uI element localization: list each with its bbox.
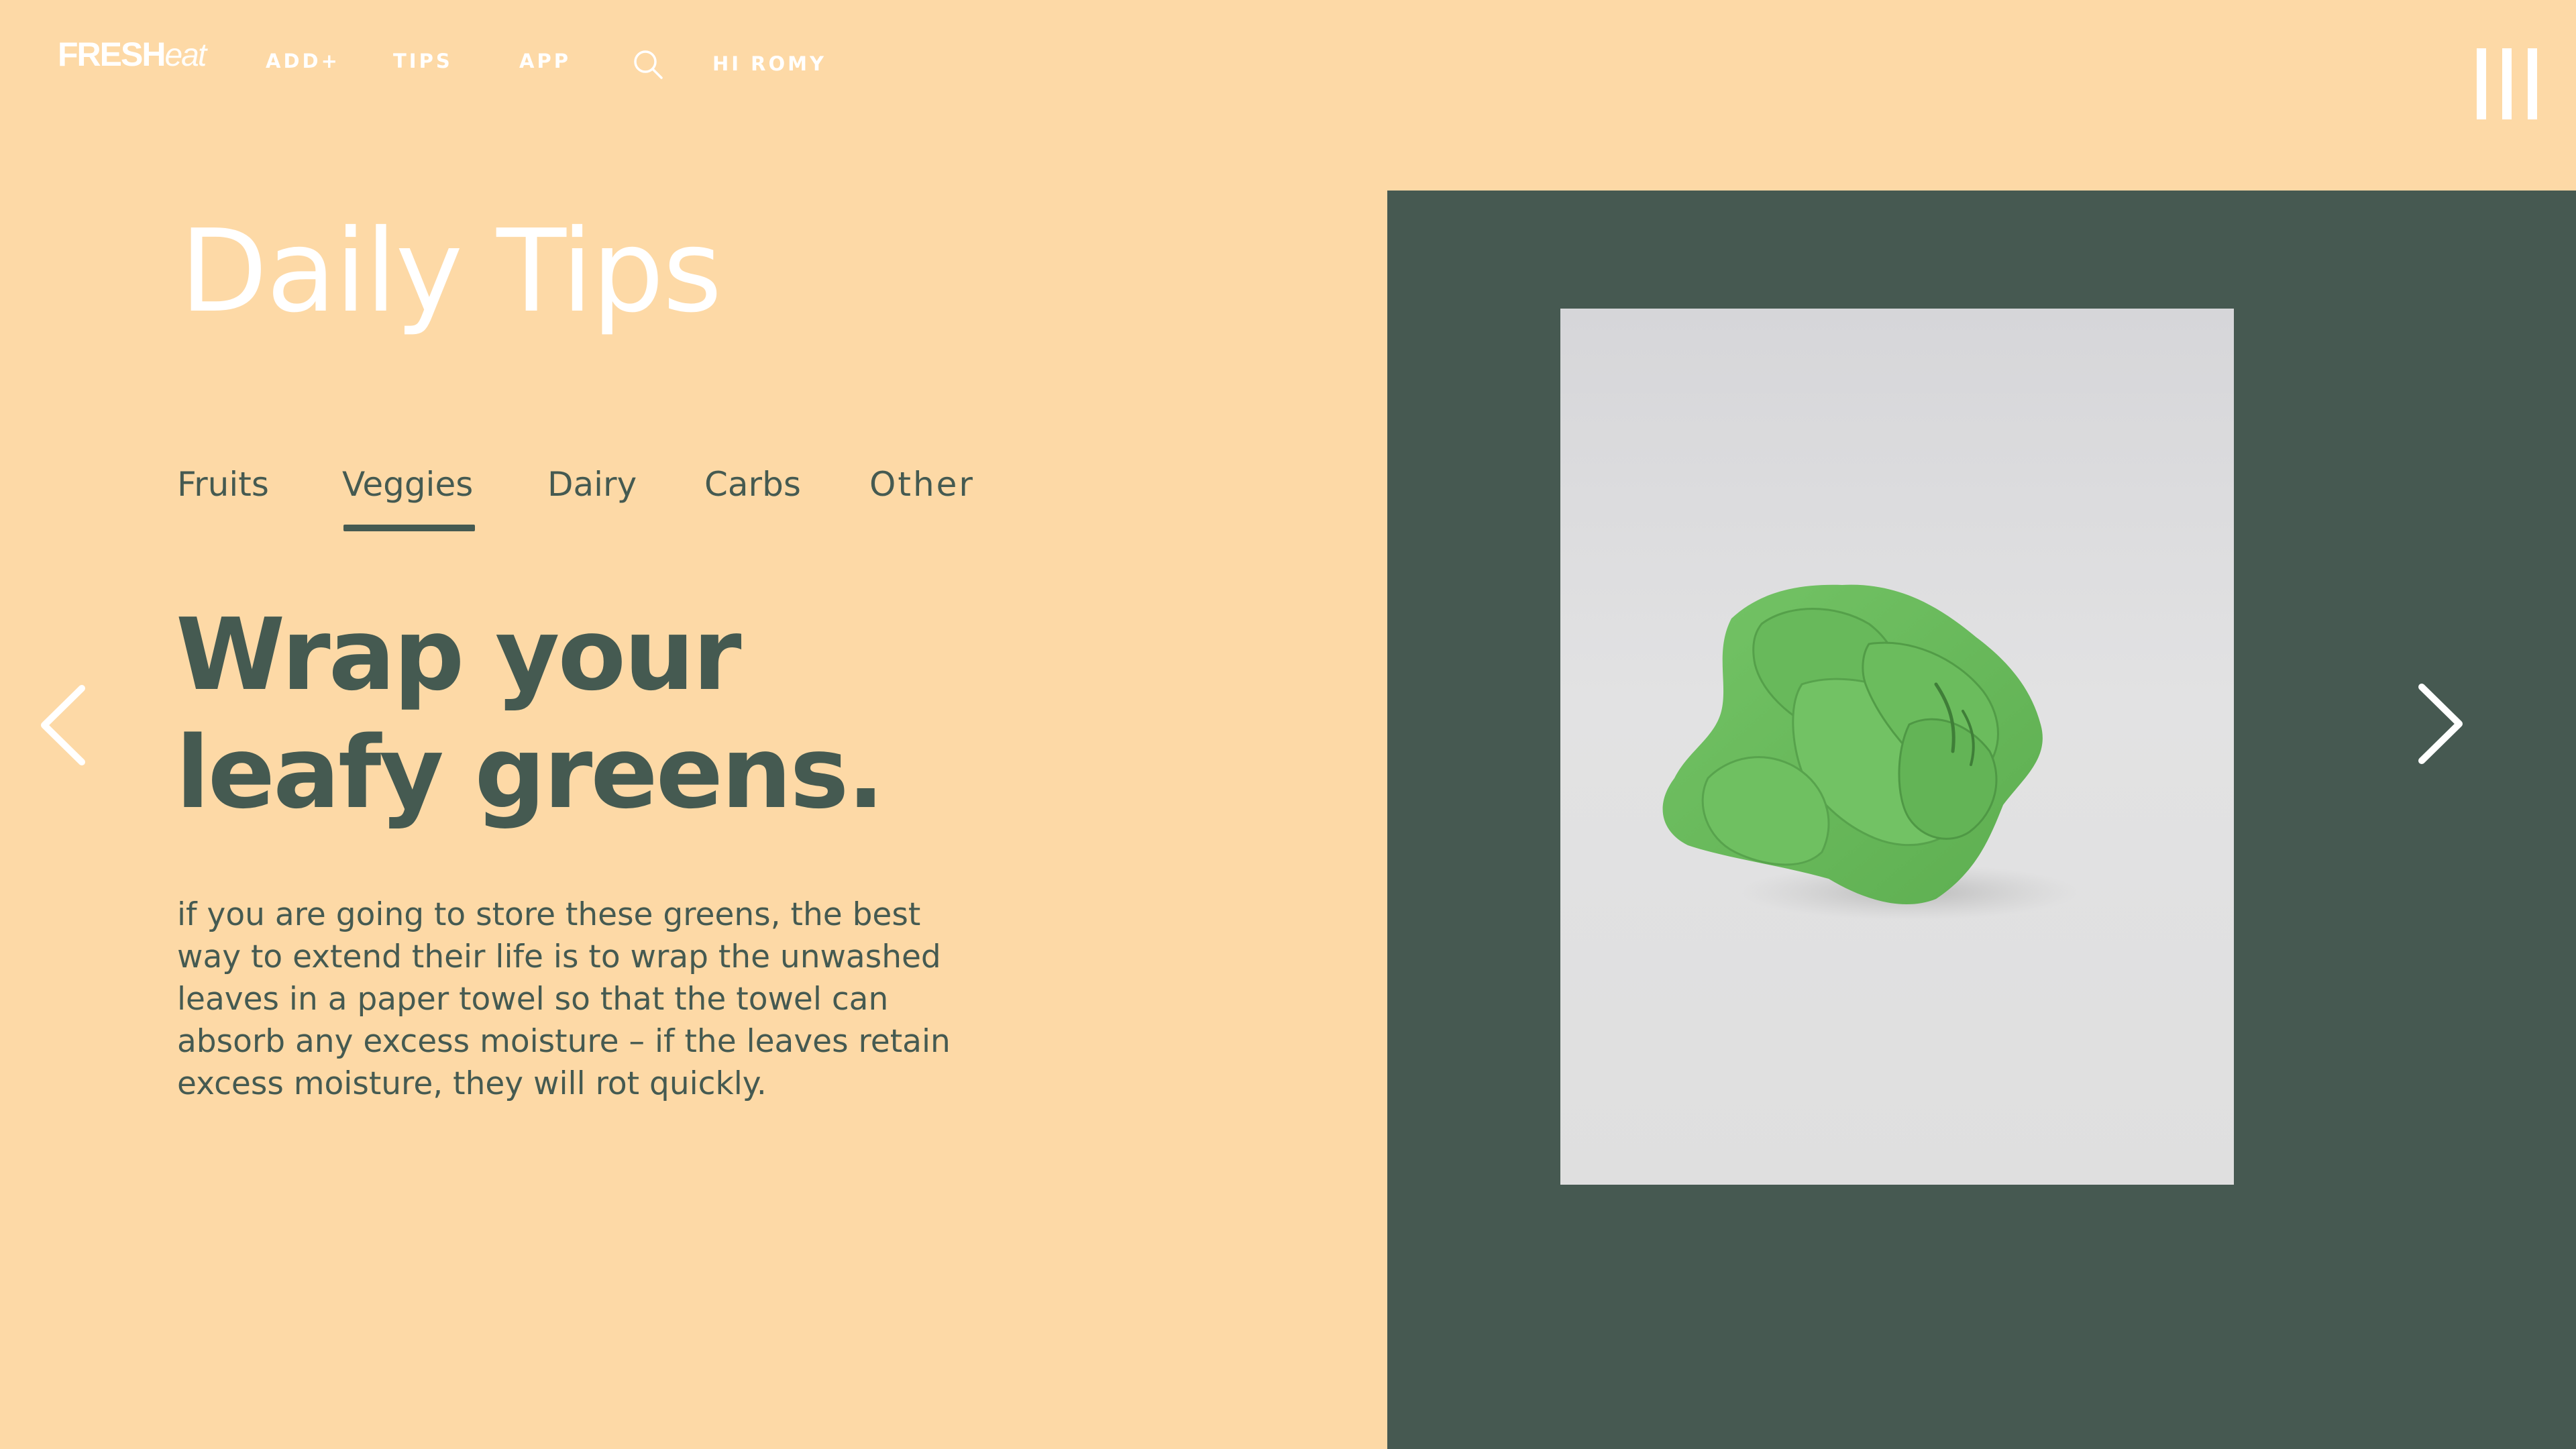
lettuce-photo (1560, 309, 2234, 1185)
active-tab-indicator (343, 525, 475, 531)
chevron-left-icon[interactable] (35, 682, 93, 772)
tip-body-line-4: absorb any excess moisture – if the leav… (177, 1023, 951, 1060)
tab-fruits[interactable]: Fruits (177, 463, 269, 506)
tip-body-line-3: leaves in a paper towel so that the towe… (177, 981, 889, 1018)
tips-page: FRESH eat ADD+ TIPS APP HI ROMY Daily Ti… (0, 0, 2576, 1449)
fresheat-logo[interactable]: FRESH eat (58, 35, 207, 78)
nav-link-tips[interactable]: TIPS (393, 50, 453, 72)
search-icon[interactable] (631, 47, 665, 82)
nav-link-add[interactable]: ADD+ (266, 50, 340, 72)
nav-link-app[interactable]: APP (519, 50, 571, 72)
tab-carbs[interactable]: Carbs (704, 463, 801, 506)
tab-veggies[interactable]: Veggies (342, 463, 473, 506)
tip-headline-line-2: leafy greens. (176, 715, 885, 830)
tip-body: if you are going to store these greens, … (177, 894, 951, 1105)
tip-headline-line-1: Wrap your (176, 597, 741, 712)
chevron-right-icon[interactable] (2411, 680, 2469, 771)
page-title: Daily Tips (180, 205, 722, 338)
logo-strong-text: FRESH (58, 36, 166, 73)
logo-light-text: eat (164, 38, 207, 73)
tab-dairy[interactable]: Dairy (547, 463, 637, 506)
tab-other[interactable]: Other (869, 463, 975, 506)
menu-icon[interactable] (2477, 48, 2538, 119)
tip-body-line-5: excess moisture, they will rot quickly. (177, 1065, 767, 1102)
user-greeting[interactable]: HI ROMY (712, 52, 826, 75)
tip-headline: Wrap your leafy greens. (176, 596, 885, 832)
tip-body-line-2: way to extend their life is to wrap the … (177, 938, 941, 975)
tip-image-panel (1387, 191, 2576, 1449)
tip-body-line-1: if you are going to store these greens, … (177, 896, 921, 933)
